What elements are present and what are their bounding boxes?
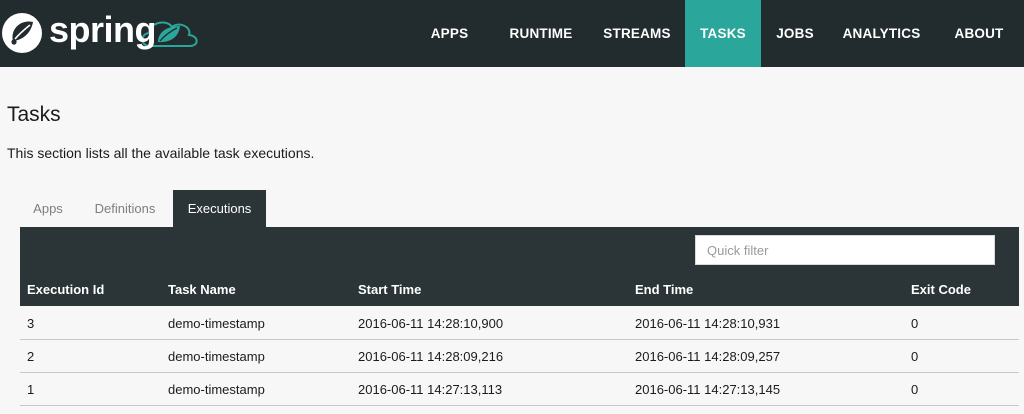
nav-tasks[interactable]: TASKS <box>685 0 761 67</box>
nav-analytics[interactable]: ANALYTICS <box>829 0 934 67</box>
cell-task-name: demo-timestamp <box>168 349 265 364</box>
cell-task-name: demo-timestamp <box>168 315 265 331</box>
nav-apps[interactable]: APPS <box>406 0 493 67</box>
cell-end-time: 2016-06-11 14:28:10,931 <box>635 315 781 331</box>
cell-end-time: 2016-06-11 14:28:09,257 <box>635 349 781 364</box>
top-navbar: spring APPS RUNTIME STREAMS TASKS JOBS A… <box>0 0 1024 67</box>
nav-about[interactable]: ABOUT <box>934 0 1024 67</box>
table-row[interactable]: 3 demo-timestamp 2016-06-11 14:28:10,900… <box>20 306 1019 339</box>
column-header-exit-code[interactable]: Exit Code <box>904 273 1019 306</box>
nav-streams[interactable]: STREAMS <box>589 0 685 67</box>
column-header-execution-id[interactable]: Execution Id <box>20 273 161 306</box>
filter-bar <box>20 227 1019 273</box>
column-header-task-name[interactable]: Task Name <box>161 273 351 306</box>
quick-filter-input[interactable] <box>695 235 995 265</box>
cell-start-time: 2016-06-11 14:28:10,900 <box>358 315 504 331</box>
task-tabs: Apps Definitions Executions <box>19 190 266 227</box>
cell-exit-code: 0 <box>911 382 919 397</box>
cell-exit-code: 0 <box>911 349 919 364</box>
table-row[interactable]: 2 demo-timestamp 2016-06-11 14:28:09,216… <box>20 339 1019 372</box>
cell-start-time: 2016-06-11 14:28:09,216 <box>358 349 504 364</box>
cell-start-time: 2016-06-11 14:27:13,113 <box>358 382 503 397</box>
cell-exit-code: 0 <box>911 315 919 331</box>
cell-execution-id: 1 <box>27 382 35 397</box>
table-header-row: Execution Id Task Name Start Time End Ti… <box>20 273 1019 306</box>
table-row[interactable]: 1 demo-timestamp 2016-06-11 14:27:13,113… <box>20 372 1019 405</box>
tab-definitions[interactable]: Definitions <box>77 190 173 227</box>
cell-execution-id: 2 <box>27 349 35 364</box>
tab-executions[interactable]: Executions <box>173 190 266 227</box>
page-title: Tasks <box>7 103 61 126</box>
column-header-start-time[interactable]: Start Time <box>351 273 628 306</box>
executions-panel: Execution Id Task Name Start Time End Ti… <box>20 227 1019 406</box>
brand-logo[interactable]: spring <box>0 0 220 67</box>
cell-task-name: demo-timestamp <box>168 382 265 397</box>
brand-name: spring <box>49 9 157 50</box>
nav-runtime[interactable]: RUNTIME <box>493 0 589 67</box>
column-header-end-time[interactable]: End Time <box>628 273 904 306</box>
main-nav: APPS RUNTIME STREAMS TASKS JOBS ANALYTIC… <box>406 0 1024 67</box>
nav-jobs[interactable]: JOBS <box>761 0 829 67</box>
page-description: This section lists all the available tas… <box>7 145 315 161</box>
cell-execution-id: 3 <box>27 315 35 331</box>
cell-end-time: 2016-06-11 14:27:13,145 <box>635 382 781 397</box>
tab-apps[interactable]: Apps <box>19 190 77 227</box>
executions-table: Execution Id Task Name Start Time End Ti… <box>20 273 1019 406</box>
